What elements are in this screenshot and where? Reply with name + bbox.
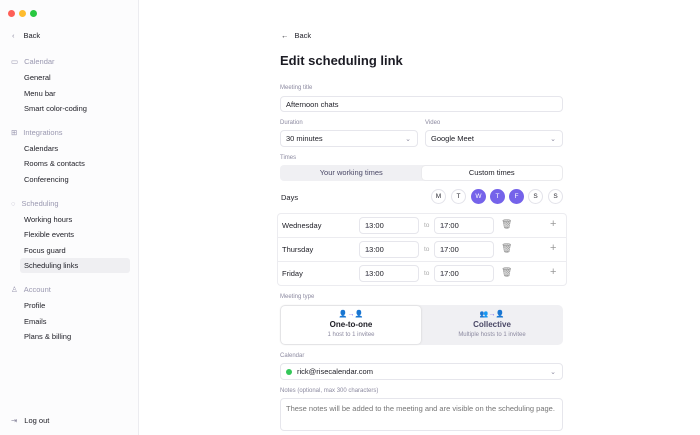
end-time-select[interactable]: 17:00 ⌄ — [434, 217, 494, 234]
sidebar-back-button[interactable]: ‹ Back — [12, 31, 40, 40]
logout-icon: ⇥ — [11, 416, 18, 425]
end-time-select[interactable]: 17:00 ⌄ — [434, 265, 494, 282]
sidebar-item-flexible-events[interactable]: Flexible events — [20, 227, 130, 242]
end-time-select[interactable]: 17:00 ⌄ — [434, 241, 494, 258]
trash-icon[interactable]: 🗑 — [501, 267, 512, 278]
trash-icon[interactable]: 🗑 — [501, 243, 512, 254]
meeting-type-selector: 👤→👤 One-to-one 1 host to 1 invitee 👥→👤 C… — [280, 305, 563, 345]
integrations-icon: ⊞ — [11, 127, 18, 137]
sidebar-item-rooms-contacts[interactable]: Rooms & contacts — [20, 156, 130, 171]
calendar-icon: ▭ — [11, 57, 19, 66]
chevron-down-icon: ⌄ — [550, 135, 556, 143]
page-title: Edit scheduling link — [280, 53, 403, 68]
add-time-icon[interactable]: + — [550, 218, 556, 230]
sidebar-item-scheduling-links[interactable]: Scheduling links — [20, 258, 130, 274]
sidebar-item-focus-guard[interactable]: Focus guard — [20, 243, 130, 258]
table-row: Friday 13:00 ⌄ to 17:00 ⌄ 🗑 + — [278, 262, 566, 286]
chevron-down-icon: ⌄ — [440, 222, 446, 230]
sidebar-section-account: ♙ Account — [11, 285, 51, 294]
notes-label: Notes (optional, max 300 characters) — [280, 388, 379, 394]
trash-icon[interactable]: 🗑 — [501, 219, 512, 230]
notes-textarea[interactable] — [280, 398, 563, 431]
duration-select[interactable]: 30 minutes ⌄ — [280, 130, 418, 147]
sidebar-item-emails[interactable]: Emails — [20, 314, 130, 329]
chevron-down-icon: ⌄ — [440, 270, 446, 278]
sidebar-section-scheduling: ◌ Scheduling — [11, 198, 59, 208]
chevron-left-icon: ‹ — [12, 31, 15, 40]
chevron-down-icon: ⌄ — [440, 246, 446, 254]
day-toggle[interactable]: T — [451, 189, 466, 204]
add-time-icon[interactable]: + — [550, 242, 556, 254]
sidebar-item-menu-bar[interactable]: Menu bar — [20, 86, 130, 101]
day-toggle[interactable]: S — [528, 189, 543, 204]
times-label: Times — [280, 155, 297, 161]
user-icon: ♙ — [11, 285, 18, 294]
day-toggle[interactable]: M — [431, 189, 446, 204]
start-time-select[interactable]: 13:00 ⌄ — [359, 265, 419, 282]
tab-custom-times[interactable]: Custom times — [421, 166, 562, 180]
calendar-label: Calendar — [280, 353, 305, 359]
back-button[interactable]: ← Back — [281, 31, 311, 40]
times-toggle: Your working times Custom times — [280, 165, 563, 181]
chevron-down-icon: ⌄ — [365, 246, 371, 254]
sidebar-item-plans-billing[interactable]: Plans & billing — [20, 329, 130, 344]
table-row: Thursday 13:00 ⌄ to 17:00 ⌄ 🗑 + — [278, 238, 566, 262]
sidebar-item-smart-color-coding[interactable]: Smart color-coding — [20, 101, 130, 116]
minimize-window-button[interactable] — [19, 10, 26, 17]
maximize-window-button[interactable] — [30, 10, 37, 17]
duration-label: Duration — [280, 120, 303, 126]
sidebar-item-general[interactable]: General — [20, 70, 130, 85]
collective-icon: 👥→👤 — [479, 311, 505, 318]
sidebar: ‹ Back ▭ Calendar General Menu bar Smart colo… — [0, 0, 139, 435]
sidebar-section-integrations: ⊞ Integrations — [11, 127, 63, 137]
video-label: Video — [425, 120, 441, 126]
sidebar-section-calendar: ▭ Calendar — [11, 57, 55, 66]
tab-working-times[interactable]: Your working times — [281, 166, 422, 180]
collective-option[interactable]: 👥→👤 Collective Multiple hosts to 1 invit… — [422, 306, 562, 344]
meeting-title-input[interactable]: Afternoon chats — [280, 96, 563, 112]
close-window-button[interactable] — [8, 10, 15, 17]
day-toggle[interactable]: W — [471, 189, 486, 204]
sidebar-item-conferencing[interactable]: Conferencing — [20, 172, 130, 187]
one-to-one-icon: 👤→👤 — [338, 311, 364, 318]
start-time-select[interactable]: 13:00 ⌄ — [359, 241, 419, 258]
meeting-title-label: Meeting title — [280, 85, 313, 91]
add-time-icon[interactable]: + — [550, 266, 556, 278]
day-toggle[interactable]: F — [509, 189, 524, 204]
meeting-type-label: Meeting type — [280, 294, 315, 300]
sidebar-item-calendars[interactable]: Calendars — [20, 141, 130, 156]
days-label: Days — [281, 193, 299, 202]
one-to-one-option[interactable]: 👤→👤 One-to-one 1 host to 1 invitee — [281, 306, 421, 344]
day-toggle[interactable]: T — [490, 189, 505, 204]
chevron-down-icon: ⌄ — [550, 368, 556, 376]
video-select[interactable]: Google Meet ⌄ — [425, 130, 563, 147]
chevron-down-icon: ⌄ — [365, 222, 371, 230]
scheduling-icon: ◌ — [11, 198, 16, 208]
day-toggle[interactable]: S — [548, 189, 563, 204]
calendar-color-dot — [286, 368, 292, 375]
start-time-select[interactable]: 13:00 ⌄ — [359, 217, 419, 234]
chevron-down-icon: ⌄ — [405, 135, 411, 143]
arrow-left-icon: ← — [281, 31, 289, 40]
calendar-select[interactable]: rick@risecalendar.com ⌄ — [280, 363, 563, 380]
sidebar-item-profile[interactable]: Profile — [20, 298, 130, 313]
table-row: Wednesday 13:00 ⌄ to 17:00 ⌄ 🗑 + — [278, 214, 566, 238]
logout-button[interactable]: ⇥ Log out — [11, 416, 49, 425]
time-rows: Wednesday 13:00 ⌄ to 17:00 ⌄ 🗑 + Thursday … — [277, 213, 567, 286]
sidebar-item-working-hours[interactable]: Working hours — [20, 212, 130, 227]
chevron-down-icon: ⌄ — [365, 270, 371, 278]
window-controls — [8, 10, 37, 17]
